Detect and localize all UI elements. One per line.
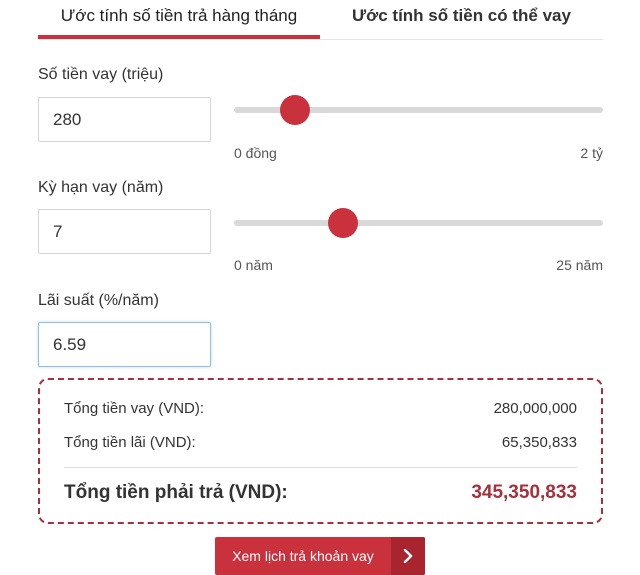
total-loan-value: 280,000,000 xyxy=(493,400,577,417)
total-payable-row: Tổng tiền phải trả (VND): 345,350,833 xyxy=(64,482,577,512)
calculator-tabs: Ước tính số tiền trả hàng tháng Ước tính… xyxy=(38,0,603,40)
tab-borrowable-amount[interactable]: Ước tính số tiền có thể vay xyxy=(320,4,603,39)
loan-amount-min-label: 0 đồng xyxy=(234,145,277,161)
view-repayment-schedule-button[interactable]: Xem lịch trả khoản vay xyxy=(215,537,425,575)
loan-amount-max-label: 2 tỷ xyxy=(580,145,603,161)
loan-term-slider[interactable] xyxy=(234,208,603,238)
total-payable-value: 345,350,833 xyxy=(471,482,577,503)
total-interest-value: 65,350,833 xyxy=(501,434,577,451)
loan-term-input[interactable] xyxy=(38,209,211,254)
loan-calculator: Ước tính số tiền trả hàng tháng Ước tính… xyxy=(0,0,640,575)
interest-rate-label: Lãi suất (%/năm) xyxy=(38,292,159,309)
chevron-right-icon xyxy=(391,537,425,575)
total-loan-label: Tổng tiền vay (VND): xyxy=(64,400,205,417)
tab-monthly-payment[interactable]: Ước tính số tiền trả hàng tháng xyxy=(38,4,320,39)
loan-term-min-label: 0 năm xyxy=(234,257,273,273)
loan-term-slider-track[interactable] xyxy=(234,220,603,226)
loan-amount-input[interactable] xyxy=(38,97,211,142)
total-interest-label: Tổng tiền lãi (VND): xyxy=(64,434,196,451)
summary-divider xyxy=(64,467,577,468)
loan-term-slider-handle[interactable] xyxy=(327,208,358,238)
loan-amount-slider[interactable] xyxy=(234,95,603,125)
loan-amount-label: Số tiền vay (triệu) xyxy=(38,66,164,83)
interest-rate-input[interactable] xyxy=(38,322,211,367)
loan-term-label: Kỳ hạn vay (năm) xyxy=(38,179,164,196)
loan-summary-box: Tổng tiền vay (VND): 280,000,000 Tổng ti… xyxy=(38,378,603,524)
active-tab-indicator xyxy=(38,35,320,39)
view-repayment-schedule-label: Xem lịch trả khoản vay xyxy=(232,548,374,564)
loan-term-max-label: 25 năm xyxy=(556,257,603,273)
total-payable-label: Tổng tiền phải trả (VND): xyxy=(64,482,288,503)
loan-amount-slider-handle[interactable] xyxy=(279,95,310,125)
